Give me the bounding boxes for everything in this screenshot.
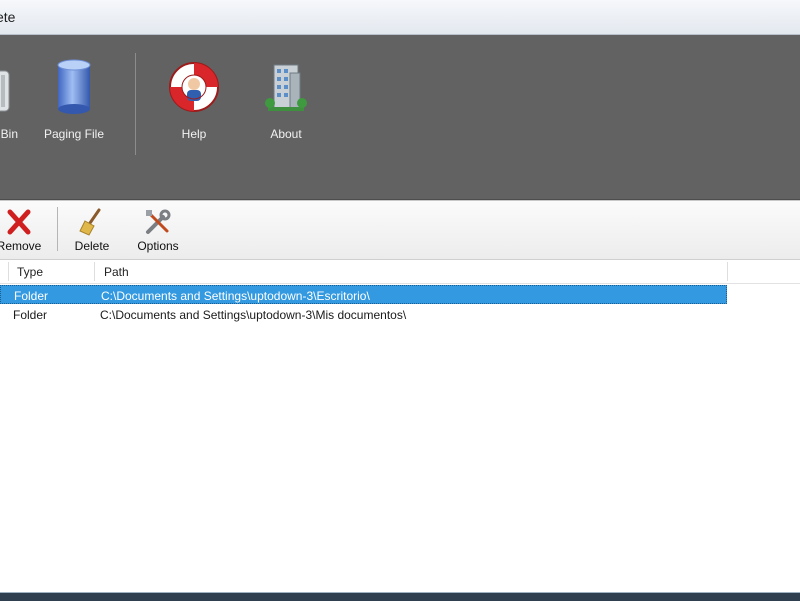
options-button[interactable]: Options xyxy=(131,205,185,255)
ribbon-separator xyxy=(135,53,136,155)
red-x-remove-icon xyxy=(7,209,31,235)
column-divider[interactable] xyxy=(94,262,95,281)
list-header: Type Path xyxy=(0,260,800,284)
window-title: ete xyxy=(0,9,16,25)
delete-button[interactable]: Delete xyxy=(67,205,117,255)
recycle-bin-icon xyxy=(0,70,10,112)
about-button[interactable]: About xyxy=(243,51,329,161)
help-label: Help xyxy=(181,127,207,141)
row-path: C:\Documents and Settings\uptodown-3\Mis… xyxy=(100,308,407,322)
ribbon: Bin Paging File Help About xyxy=(0,35,800,200)
remove-button[interactable]: Remove xyxy=(0,205,44,255)
tools-options-icon xyxy=(146,209,171,234)
paging-file-icon xyxy=(57,59,91,114)
paging-file-label: Paging File xyxy=(43,127,105,141)
delete-label: Delete xyxy=(74,239,110,253)
building-about-icon xyxy=(265,64,307,111)
toolbar-separator xyxy=(57,207,58,251)
row-type: Folder xyxy=(14,289,49,303)
list-row[interactable]: Folder C:\Documents and Settings\uptodow… xyxy=(0,285,727,304)
options-label: Options xyxy=(137,239,179,253)
help-button[interactable]: Help xyxy=(151,51,237,161)
column-header-path[interactable]: Path xyxy=(104,265,129,279)
row-path: C:\Documents and Settings\uptodown-3\Esc… xyxy=(101,289,370,303)
remove-label: Remove xyxy=(0,239,42,253)
column-divider[interactable] xyxy=(727,262,728,281)
about-label: About xyxy=(270,127,302,141)
column-header-type[interactable]: Type xyxy=(17,265,43,279)
file-list[interactable] xyxy=(0,284,800,590)
broom-delete-icon xyxy=(79,208,101,236)
row-type: Folder xyxy=(13,308,48,322)
paging-file-button[interactable]: Paging File xyxy=(31,51,117,161)
title-bar: ete xyxy=(0,0,800,35)
lifebuoy-help-icon xyxy=(169,62,219,112)
toolbar: Remove Delete Options xyxy=(0,200,800,260)
list-row[interactable]: Folder C:\Documents and Settings\uptodow… xyxy=(0,305,727,324)
column-divider[interactable] xyxy=(8,262,9,281)
